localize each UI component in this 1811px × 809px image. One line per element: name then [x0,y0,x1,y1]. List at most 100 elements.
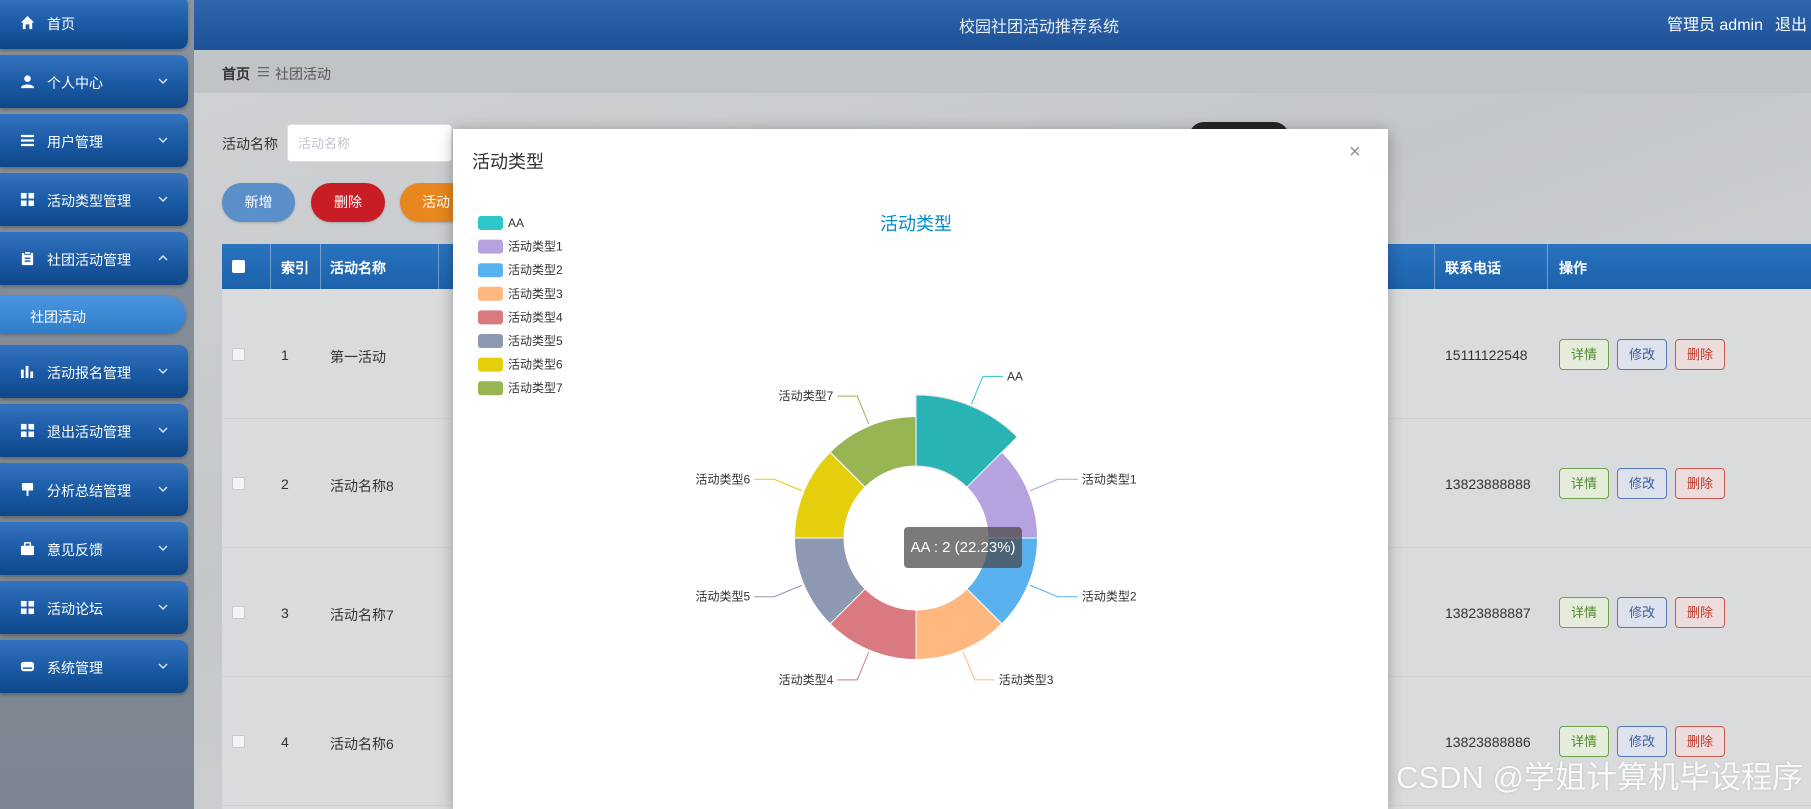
row-checkbox[interactable] [232,477,245,490]
pie-label-2: 活动类型2 [1082,590,1137,604]
chevron-down-icon [158,486,168,492]
pie-label-3: 活动类型3 [999,673,1054,687]
legend-swatch-6 [478,357,503,372]
sidebar-item-system-management[interactable]: 系统管理 [0,640,188,693]
row-phone: 13823888888 [1445,476,1531,492]
pie-label-7: 活动类型7 [779,389,834,403]
sidebar-item-registration-management[interactable]: 活动报名管理 [0,345,188,398]
breadcrumb: 首页 社团活动 [194,50,1811,93]
drive-icon [20,661,35,672]
menu-icon [20,134,35,147]
legend-label-3: 活动类型3 [508,287,563,301]
row-checkbox[interactable] [232,606,245,619]
detail-button[interactable]: 详情 [1559,468,1609,499]
legend-swatch-4 [478,310,503,325]
sidebar-subitem-label: 社团活动 [30,309,86,325]
sidebar-item-analysis-summary-management[interactable]: 分析总结管理 [0,463,188,516]
chevron-down-icon [158,545,168,551]
row-index: 2 [281,476,289,492]
legend-item-7[interactable]: 活动类型7 [478,381,563,396]
sidebar-item-label: 活动类型管理 [47,193,131,209]
delete-button[interactable]: 删除 [1675,597,1725,628]
legend-label-1: 活动类型1 [508,240,563,254]
sidebar-item-home[interactable]: 首页 [0,0,188,49]
edit-button[interactable]: 修改 [1617,597,1667,628]
pie-label-6: 活动类型6 [695,472,750,486]
legend-label-7: 活动类型7 [508,381,563,395]
legend-item-1[interactable]: 活动类型1 [478,239,563,254]
column-header-index: 索引 [281,260,309,276]
sidebar-item-club-activity-management[interactable]: 社团活动管理 [0,232,188,285]
breadcrumb-separator-icon [258,67,269,77]
row-activity-name: 活动名称8 [330,478,394,494]
row-index: 1 [281,347,289,363]
row-phone: 13823888887 [1445,605,1531,621]
sidebar-item-user-management[interactable]: 用户管理 [0,114,188,167]
edit-button[interactable]: 修改 [1617,339,1667,370]
select-all-checkbox[interactable] [232,260,245,273]
chevron-down-icon [158,663,168,669]
sidebar-item-activity-type-management[interactable]: 活动类型管理 [0,173,188,226]
detail-button[interactable]: 详情 [1559,339,1609,370]
user-icon [20,75,35,89]
pie-label-5: 活动类型5 [695,590,750,604]
pie-label-line-0 [971,375,1003,405]
column-header-operations: 操作 [1559,260,1587,276]
sidebar-item-label: 系统管理 [47,660,103,676]
row-phone: 15111122548 [1445,347,1528,363]
row-activity-name: 活动名称6 [330,736,394,752]
sidebar-item-label: 社团活动管理 [47,252,131,268]
legend-item-0[interactable]: AA [478,216,524,230]
legend-item-2[interactable]: 活动类型2 [478,263,563,278]
column-header-name: 活动名称 [330,260,386,276]
column-divider [320,244,321,289]
grid-icon [20,192,35,207]
delete-button[interactable]: 删除 [1675,468,1725,499]
batch-delete-button[interactable]: 删除 [311,183,385,222]
sidebar-item-label: 活动论坛 [47,601,103,617]
row-activity-name: 活动名称7 [330,607,394,623]
legend-swatch-1 [478,239,503,254]
row-phone: 13823888886 [1445,734,1531,750]
legend-swatch-3 [478,286,503,301]
pie-label-line-1 [1029,478,1078,492]
sidebar-item-exit-activity-management[interactable]: 退出活动管理 [0,404,188,457]
column-divider [438,244,439,289]
legend-swatch-0 [478,216,503,230]
delete-button[interactable]: 删除 [1675,339,1725,370]
legend-item-3[interactable]: 活动类型3 [478,286,563,301]
legend-swatch-7 [478,381,503,396]
sidebar-item-personal-center[interactable]: 个人中心 [0,55,188,108]
pie-label-line-2 [1029,584,1078,598]
column-divider [270,244,271,289]
sidebar-item-activity-forum[interactable]: 活动论坛 [0,581,188,634]
legend-item-5[interactable]: 活动类型5 [478,334,563,348]
edit-button[interactable]: 修改 [1617,468,1667,499]
sidebar-item-label: 意见反馈 [47,542,103,558]
legend-label-2: 活动类型2 [508,263,563,277]
detail-button[interactable]: 详情 [1559,597,1609,628]
legend-swatch-2 [478,263,503,278]
sidebar-item-feedback[interactable]: 意见反馈 [0,522,188,575]
pie-label-1: 活动类型1 [1082,472,1137,486]
home-icon [20,15,35,30]
row-activity-name: 第一活动 [330,349,386,365]
app-root: 首页 个人中心 用户管理 活动类型管理 社团活动管理 社团活动 活动报名管理 退… [0,0,1811,809]
activity-name-search-input[interactable] [287,124,452,162]
legend-label-6: 活动类型6 [508,358,563,372]
breadcrumb-home[interactable]: 首页 [222,64,250,84]
pie-label-line-5 [754,584,803,598]
logout-link[interactable]: 退出 [1775,11,1807,35]
add-button[interactable]: 新增 [222,183,295,222]
pin-icon [21,482,34,497]
row-checkbox[interactable] [232,735,245,748]
pie-label-0: AA [1007,369,1023,383]
sidebar-subitem-club-activity[interactable]: 社团活动 [0,296,186,334]
row-checkbox[interactable] [232,348,245,361]
legend-item-6[interactable]: 活动类型6 [478,357,563,372]
legend-label-5: 活动类型5 [508,334,563,348]
legend-item-4[interactable]: 活动类型4 [478,310,563,325]
search-label: 活动名称 [222,136,278,152]
pie-label-line-4 [837,651,870,681]
clipboard-icon [21,251,34,266]
